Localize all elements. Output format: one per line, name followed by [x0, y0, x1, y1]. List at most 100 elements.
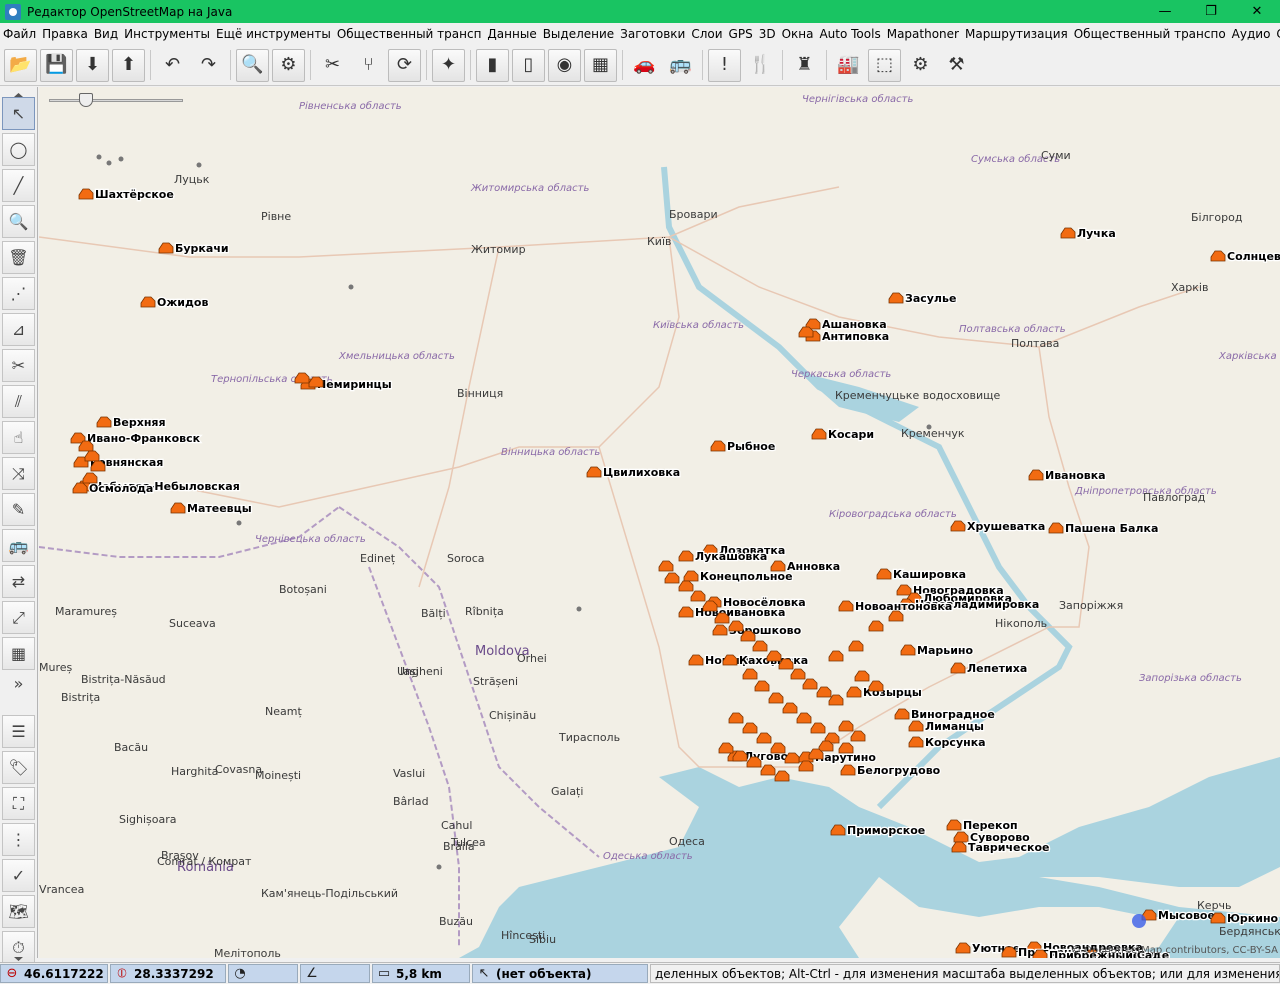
poi-marker-icon: [950, 662, 966, 674]
pencil-tool-button[interactable]: ✎: [2, 493, 35, 526]
map-view[interactable]: Рівненська область Житомирська область Чер…: [39, 87, 1280, 958]
parallel-tool-button[interactable]: ⊿: [2, 313, 35, 346]
menu-item-1[interactable]: Правка: [39, 27, 91, 41]
improve-way-tool-button[interactable]: ⋰: [2, 277, 35, 310]
menu-item-10[interactable]: GPS: [726, 27, 756, 41]
plugin-tool-1-button[interactable]: ⚙: [904, 49, 937, 82]
trolley-tool-button[interactable]: ⇄: [2, 565, 35, 598]
menu-item-12[interactable]: Окна: [779, 27, 817, 41]
factory-preset-icon: 🏭: [837, 54, 860, 75]
road-preset-button[interactable]: ▮: [476, 48, 509, 82]
menu-item-4[interactable]: Ещё инструменты: [213, 27, 334, 41]
zoom-slider-knob[interactable]: [79, 93, 93, 107]
select-tool-button[interactable]: ↖: [2, 97, 35, 130]
close-button[interactable]: ✕: [1234, 0, 1280, 23]
map-attribution[interactable]: © OpenStreetMap contributors, CC-BY-SA: [1071, 945, 1278, 956]
bus-tool-button[interactable]: 🚌: [2, 529, 35, 562]
bus-preset-icon: 🚌: [669, 54, 692, 75]
distance-cell: ▭ 5,8 km: [372, 964, 470, 983]
menu-item-0[interactable]: Файл: [0, 27, 39, 41]
menu-item-14[interactable]: Mapathoner: [884, 27, 962, 41]
menu-item-5[interactable]: Общественный трансп: [334, 27, 485, 41]
restore-button[interactable]: ❐: [1188, 0, 1234, 23]
preferences-button[interactable]: ⚙: [272, 48, 305, 82]
map-paint-toggle-button[interactable]: 🗺: [2, 895, 35, 928]
landuse-preset-button[interactable]: ⬚: [868, 48, 901, 82]
menu-item-16[interactable]: Общественный транспо: [1071, 27, 1229, 41]
castle-preset-button[interactable]: ♜: [788, 49, 821, 82]
poi-cluster-icon: [868, 620, 884, 632]
poi-marker-label: Лучка: [1077, 227, 1116, 240]
scroll-up-arrow[interactable]: [2, 87, 35, 97]
tags-toggle-icon: 🏷: [8, 758, 29, 777]
car-preset-button[interactable]: 🚗: [628, 49, 661, 82]
small-point-marker: [118, 156, 124, 162]
scroll-down-arrow[interactable]: [2, 951, 35, 961]
poi-cluster-icon: [798, 326, 814, 338]
hand-tool-icon: ☝: [13, 428, 24, 447]
search-preset-button[interactable]: 🔍: [236, 48, 269, 82]
open-file-button[interactable]: 📂: [4, 48, 37, 82]
menu-item-11[interactable]: 3D: [756, 27, 779, 41]
poi-marker-label: Рыбное: [727, 440, 775, 453]
menu-item-13[interactable]: Auto Tools: [816, 27, 883, 41]
menu-item-7[interactable]: Выделение: [540, 27, 617, 41]
menu-item-3[interactable]: Инструменты: [121, 27, 213, 41]
delete-tool-button[interactable]: 🗑: [2, 241, 35, 274]
layers-toggle-button[interactable]: ☰: [2, 715, 35, 748]
poi-marker-icon: [953, 831, 969, 843]
zoom-slider[interactable]: [49, 93, 185, 107]
poi-cluster-icon: [848, 640, 864, 652]
hazard-preset-button[interactable]: !: [708, 48, 741, 82]
barrier-preset-button[interactable]: ▦: [584, 48, 617, 82]
poi-marker-icon: [896, 584, 912, 596]
zoom-tool-button[interactable]: 🔍: [2, 205, 35, 238]
city-label: Павлоград: [1143, 491, 1206, 504]
toolbar-separator: [310, 50, 311, 80]
save-button[interactable]: 💾: [40, 48, 73, 82]
menu-item-8[interactable]: Заготовки: [617, 27, 688, 41]
menu-item-17[interactable]: Аудио: [1229, 27, 1274, 41]
refresh-button[interactable]: ⟳: [388, 48, 421, 82]
poi-cluster-icon: [84, 450, 100, 462]
combine-way-button[interactable]: ⑂: [352, 49, 385, 82]
menu-item-15[interactable]: Маршрутизация: [962, 27, 1071, 41]
minimize-button[interactable]: —: [1142, 0, 1188, 23]
split-tool-button[interactable]: ✂: [2, 349, 35, 382]
notes-toggle-button[interactable]: ✓: [2, 859, 35, 892]
tags-toggle-button[interactable]: 🏷: [2, 751, 35, 784]
bus-preset-button[interactable]: 🚌: [664, 49, 697, 82]
download-button[interactable]: ⬇: [76, 48, 109, 82]
traffic-light-preset-button[interactable]: ◉: [548, 48, 581, 82]
selection-toggle-button[interactable]: ⋮: [2, 823, 35, 856]
draw-tool-icon: ╱: [13, 176, 24, 195]
lasso-tool-button[interactable]: ◯: [2, 133, 35, 166]
poi-cluster-icon: [810, 722, 826, 734]
poi-marker-label: Пашена Балка: [1065, 522, 1158, 535]
align-tool-button[interactable]: ⫽: [2, 385, 35, 418]
selected-feature-marker: [1132, 914, 1146, 928]
menu-item-6[interactable]: Данные: [484, 27, 539, 41]
region-label: Вінницька область: [501, 446, 600, 458]
menu-item-2[interactable]: Вид: [91, 27, 121, 41]
split-way-button[interactable]: ✂: [316, 49, 349, 82]
restaurant-preset-button[interactable]: 🍴: [744, 49, 777, 82]
hand-tool-button[interactable]: ☝: [2, 421, 35, 454]
map-canvas[interactable]: Рівненська область Житомирська область Чер…: [39, 87, 1280, 958]
mapping-tool-button[interactable]: ⤨: [2, 457, 35, 490]
relations-toggle-button[interactable]: ⛶: [2, 787, 35, 820]
highway-preset-button[interactable]: ▯: [512, 48, 545, 82]
factory-preset-button[interactable]: 🏭: [832, 49, 865, 82]
building-tool-button[interactable]: ▦: [2, 637, 35, 670]
route-tool-button[interactable]: ⤢: [2, 601, 35, 634]
menu-item-9[interactable]: Слои: [688, 27, 725, 41]
draw-tool-button[interactable]: ╱: [2, 169, 35, 202]
validate-button[interactable]: ✦: [432, 48, 465, 82]
undo-button[interactable]: ↶: [156, 49, 189, 82]
menu-item-18[interactable]: Справка: [1273, 27, 1280, 41]
more-tools-button[interactable]: »: [2, 673, 35, 693]
poi-cluster-icon: [782, 702, 798, 714]
upload-button[interactable]: ⬆: [112, 48, 145, 82]
plugin-tool-2-button[interactable]: ⚒: [940, 49, 973, 82]
redo-button[interactable]: ↷: [192, 49, 225, 82]
